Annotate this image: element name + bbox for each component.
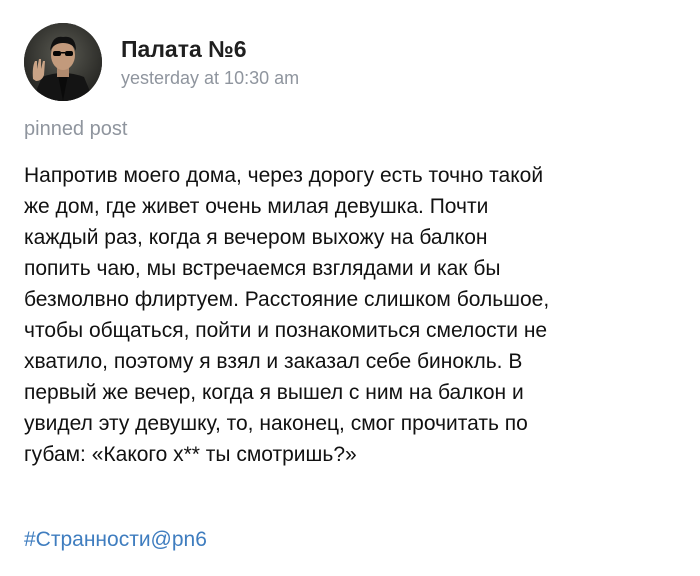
post-text-line: чтобы общаться, пойти и познакомиться см… [24, 319, 548, 342]
post-timestamp[interactable]: yesterday at 10:30 am [121, 67, 299, 89]
pinned-label: pinned post [24, 118, 128, 140]
post-text-line: попить чаю, мы встречаемся взглядами и к… [24, 257, 501, 280]
post-meta: Палата №6 yesterday at 10:30 am [121, 35, 299, 89]
post-text-line: безмолвно флиртуем. Расстояние слишком б… [24, 288, 550, 311]
post-text-line: каждый раз, когда я вечером выхожу на ба… [24, 226, 488, 249]
post-text: Напротив моего дома, через дорогу есть т… [24, 160, 684, 470]
avatar-image [24, 23, 102, 101]
post-text-line: же дом, где живет очень милая девушка. П… [24, 195, 489, 218]
post-text-line: увидел эту девушку, то, наконец, смог пр… [24, 412, 528, 435]
post-text-line: хватило, поэтому я взял и заказал себе б… [24, 350, 523, 373]
post-text-line: Напротив моего дома, через дорогу есть т… [24, 164, 544, 187]
hashtag-link[interactable]: #Странности@pn6 [24, 526, 207, 554]
post-header: Палата №6 yesterday at 10:30 am [24, 20, 299, 104]
post-text-line: первый же вечер, когда я вышел с ним на … [24, 381, 524, 404]
post-text-line: губам: «Какого х** ты смотришь?» [24, 443, 357, 466]
post-card: Палата №6 yesterday at 10:30 am pinned p… [0, 0, 700, 576]
author-name[interactable]: Палата №6 [121, 35, 299, 63]
avatar[interactable] [24, 23, 102, 101]
